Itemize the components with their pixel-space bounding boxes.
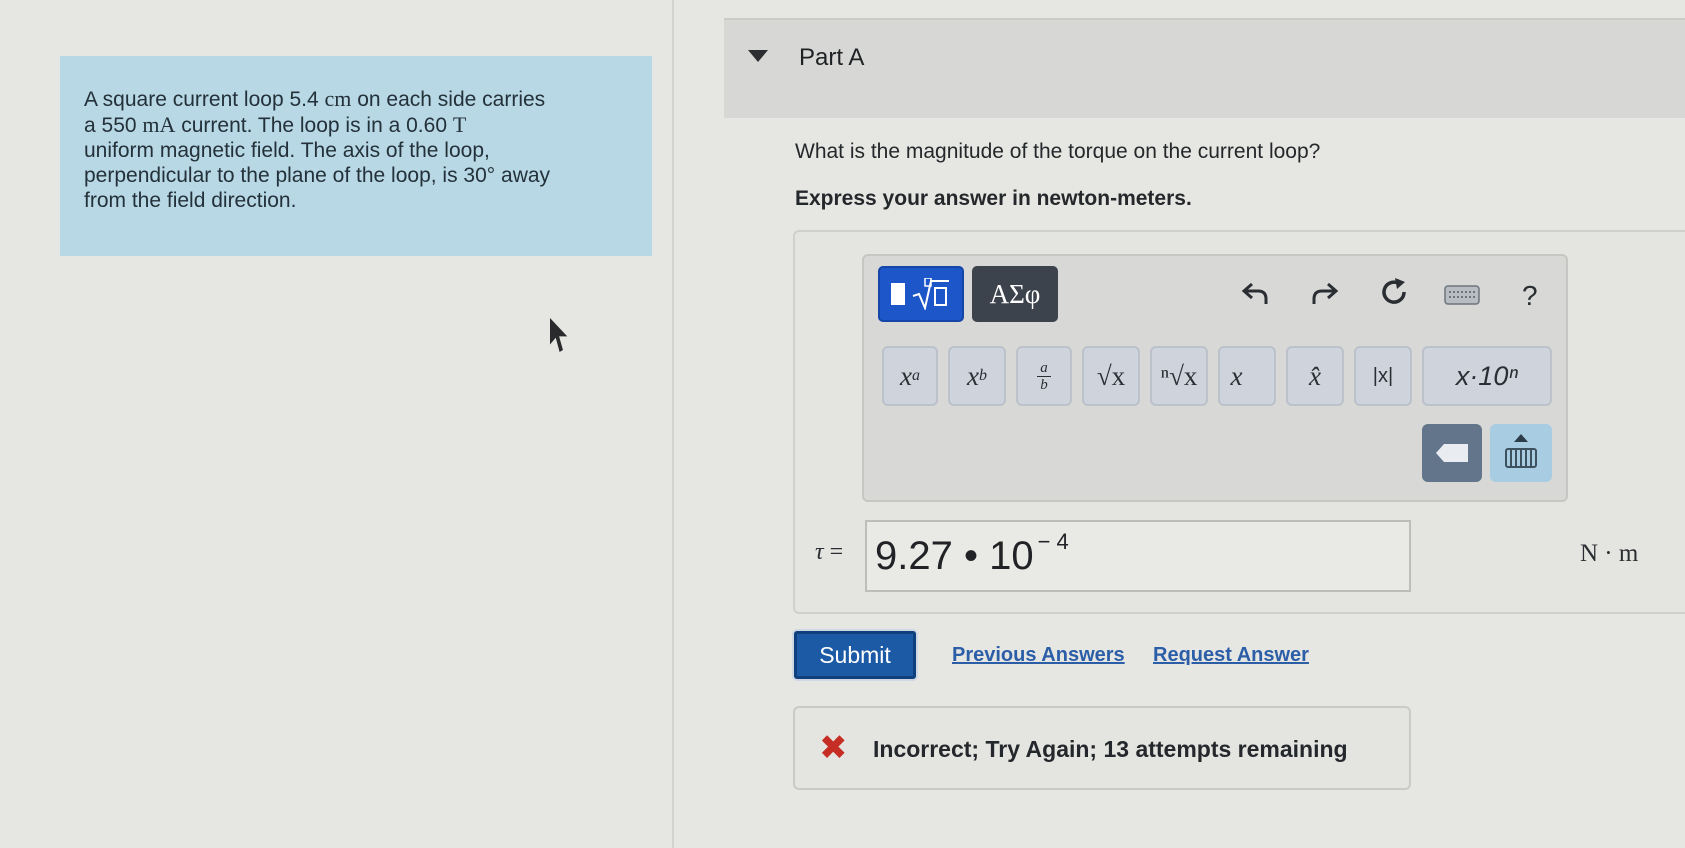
- request-answer-link[interactable]: Request Answer: [1153, 644, 1309, 667]
- undo-icon[interactable]: [1240, 280, 1270, 312]
- greek-symbols-button[interactable]: ΑΣφ: [972, 266, 1058, 322]
- column-divider: [672, 0, 674, 848]
- square-root-key[interactable]: √x: [1082, 346, 1140, 406]
- backspace-icon: [1436, 444, 1468, 462]
- answer-exponent: − 4: [1037, 529, 1069, 554]
- feedback-box: ✖ Incorrect; Try Again; 13 attempts rema…: [793, 706, 1411, 790]
- keyboard-shortcuts-icon[interactable]: [1444, 282, 1480, 312]
- superscript-key[interactable]: xa: [882, 346, 938, 406]
- reset-icon[interactable]: [1378, 276, 1410, 314]
- collapse-caret-icon[interactable]: [748, 50, 768, 62]
- incorrect-x-icon: ✖: [819, 729, 848, 767]
- answer-mantissa: 9.27 • 10: [875, 534, 1034, 578]
- redo-icon[interactable]: [1310, 280, 1340, 312]
- radical-template-icon: [912, 278, 949, 310]
- answer-input[interactable]: 9.27 • 10− 4: [865, 520, 1411, 592]
- keyboard-icon: [1505, 448, 1537, 468]
- scientific-notation-key[interactable]: x·10ⁿ: [1422, 346, 1552, 406]
- problem-statement: A square current loop 5.4 cm on each sid…: [60, 56, 652, 256]
- math-toolbar: ΑΣφ ? xa xb a b √x ⁿ√x x⃗ x̂ |x| x·10ⁿ: [862, 254, 1568, 502]
- vector-key[interactable]: x⃗: [1218, 346, 1276, 406]
- problem-line-3: uniform magnetic field. The axis of the …: [84, 139, 490, 162]
- instruction-text: Express your answer in newton-meters.: [795, 187, 1192, 210]
- answer-units: N · m: [1580, 540, 1639, 567]
- keyboard-toggle-button[interactable]: [1490, 424, 1552, 482]
- part-header[interactable]: Part A: [724, 18, 1685, 118]
- question-text: What is the magnitude of the torque on t…: [795, 140, 1321, 163]
- mouse-cursor-icon: [550, 318, 568, 352]
- backspace-button[interactable]: [1422, 424, 1482, 482]
- templates-button[interactable]: [878, 266, 964, 322]
- problem-line-2: a 550 mA current. The loop is in a 0.60 …: [84, 112, 467, 137]
- help-icon[interactable]: ?: [1522, 282, 1538, 310]
- nth-root-key[interactable]: ⁿ√x: [1150, 346, 1208, 406]
- up-arrow-icon: [1514, 434, 1528, 442]
- unit-vector-key[interactable]: x̂: [1286, 346, 1344, 406]
- problem-line-5: from the field direction.: [84, 189, 297, 212]
- problem-line-4: perpendicular to the plane of the loop, …: [84, 164, 551, 187]
- problem-line-1: A square current loop 5.4 cm on each sid…: [84, 86, 546, 111]
- absolute-value-key[interactable]: |x|: [1354, 346, 1412, 406]
- template-block-icon: [891, 283, 905, 305]
- fraction-key[interactable]: a b: [1016, 346, 1072, 406]
- part-title: Part A: [799, 44, 865, 71]
- answer-variable-label: τ =: [815, 539, 844, 565]
- feedback-message: Incorrect; Try Again; 13 attempts remain…: [873, 736, 1348, 762]
- subscript-key[interactable]: xb: [948, 346, 1006, 406]
- previous-answers-link[interactable]: Previous Answers: [952, 644, 1125, 667]
- submit-button[interactable]: Submit: [794, 631, 916, 679]
